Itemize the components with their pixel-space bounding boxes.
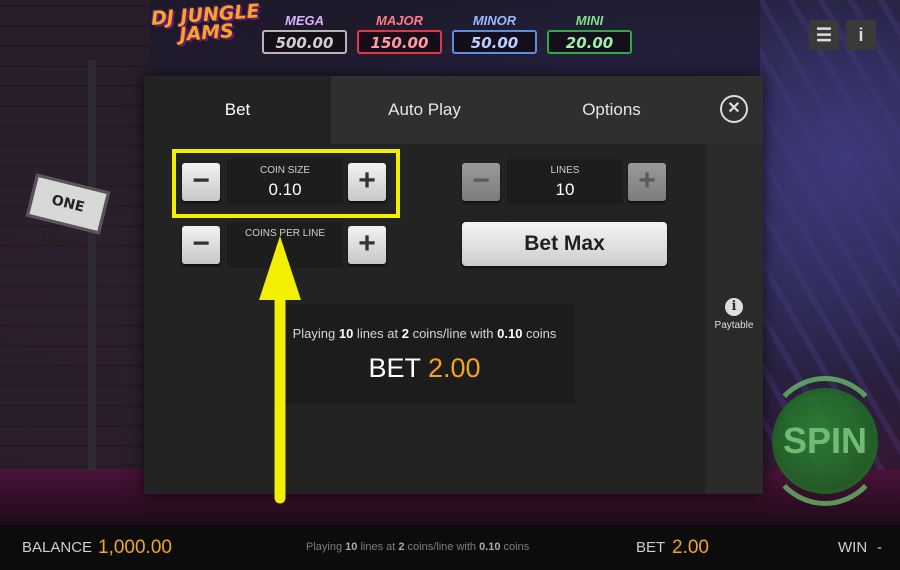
win-label: WIN: [838, 539, 868, 556]
info-suffix: coins: [500, 541, 530, 553]
summary-prefix: Playing: [292, 326, 339, 341]
balance-label: BALANCE: [22, 539, 93, 556]
minus-icon: −: [192, 227, 210, 260]
total-bet: BET 2.00: [274, 352, 575, 384]
jackpot-label: MINOR: [472, 13, 517, 28]
jackpot-value: 150.00: [357, 30, 442, 54]
spin-button[interactable]: SPIN: [772, 388, 878, 494]
info-prefix: Playing: [306, 541, 346, 553]
total-bet-amount: 2.00: [427, 353, 481, 383]
brick-wall: [0, 0, 150, 525]
sign-pole: [88, 60, 96, 530]
coins-per-line-label: COINS PER LINE: [244, 228, 326, 239]
jackpot-mini: MINI 20.00: [547, 14, 632, 54]
bet-settings-dialog: Bet Auto Play Options ✕ − COIN SIZE 0.10…: [144, 76, 763, 494]
jackpot-value: 50.00: [452, 30, 537, 54]
tab-options[interactable]: Options: [518, 76, 705, 144]
bet-label: BET: [636, 539, 666, 556]
jackpot-value: 20.00: [547, 30, 632, 54]
coin-size-highlight-box: [172, 149, 400, 218]
win-value: -: [877, 539, 882, 556]
jackpot-label: MEGA: [285, 13, 324, 28]
bet-summary-text: Playing 10 lines at 2 coins/line with 0.…: [274, 326, 575, 342]
jackpot-value: 500.00: [262, 30, 347, 54]
close-button[interactable]: ✕: [720, 95, 748, 123]
lines-display: LINES 10: [507, 159, 623, 205]
jackpot-minor: MINOR 50.00: [452, 14, 537, 54]
jackpot-major: MAJOR 150.00: [357, 14, 442, 54]
info-button[interactable]: i: [846, 20, 876, 50]
coins-per-line-value: [227, 243, 343, 263]
paytable-button[interactable]: i Paytable: [710, 298, 758, 331]
menu-button[interactable]: ☰: [809, 20, 839, 50]
summary-suffix: coins: [522, 326, 557, 341]
summary-coins: 2: [401, 326, 409, 341]
tab-bet[interactable]: Bet: [144, 76, 331, 144]
summary-lines: 10: [338, 326, 354, 341]
jackpot-label: MAJOR: [376, 13, 423, 28]
paytable-label: Paytable: [714, 320, 754, 331]
hamburger-icon: ☰: [815, 25, 833, 45]
summary-mid1: lines at: [353, 326, 402, 341]
jackpot-mega: MEGA 500.00: [262, 14, 347, 54]
total-bet-label: BET: [368, 353, 421, 383]
coins-per-line-display: COINS PER LINE: [227, 222, 343, 268]
info-icon: i: [725, 298, 743, 316]
lines-decrease-button[interactable]: −: [462, 163, 500, 201]
balance-value: 1,000.00: [98, 537, 172, 558]
bet-info-text: Playing 10 lines at 2 coins/line with 0.…: [306, 525, 529, 570]
lines-label: LINES: [550, 165, 580, 176]
lines-increase-button[interactable]: +: [628, 163, 666, 201]
status-bar: BALANCE 1,000.00 Playing 10 lines at 2 c…: [0, 525, 900, 570]
bet-max-button[interactable]: Bet Max: [462, 222, 667, 266]
close-icon: ✕: [727, 100, 741, 117]
info-mid1: lines at: [357, 541, 399, 553]
info-icon: i: [858, 25, 864, 45]
tab-auto-play[interactable]: Auto Play: [331, 76, 518, 144]
plus-icon: +: [358, 227, 376, 260]
coins-per-line-increase-button[interactable]: +: [348, 226, 386, 264]
coins-per-line-decrease-button[interactable]: −: [182, 226, 220, 264]
info-coin-value: 0.10: [479, 541, 501, 553]
dialog-tabs: Bet Auto Play Options ✕: [144, 76, 763, 144]
summary-coin-value: 0.10: [497, 326, 523, 341]
info-mid2: coins/line with: [404, 541, 480, 553]
summary-mid2: coins/line with: [408, 326, 498, 341]
minus-icon: −: [472, 164, 490, 197]
game-logo: DJ JUNGLE JAMS: [150, 0, 261, 46]
bet-value: 2.00: [672, 537, 709, 558]
jackpot-label: MINI: [575, 13, 604, 28]
bet-summary: Playing 10 lines at 2 coins/line with 0.…: [274, 304, 575, 404]
lines-value: 10: [555, 180, 575, 199]
info-lines: 10: [345, 541, 358, 553]
plus-icon: +: [638, 164, 656, 197]
